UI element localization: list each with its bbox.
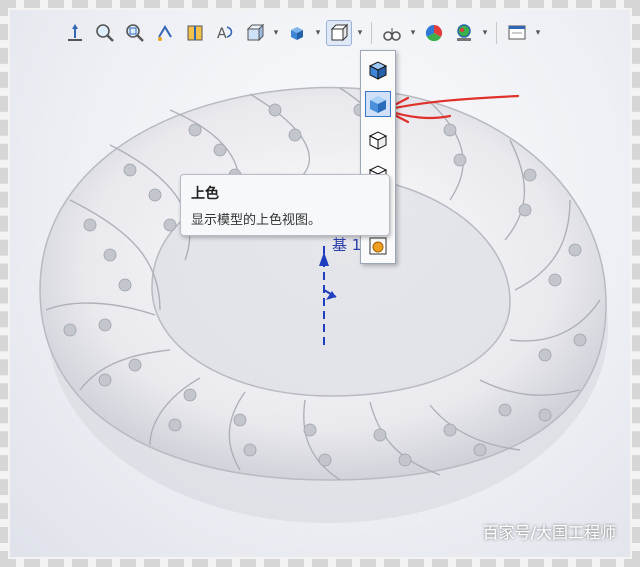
zoom-to-fit-icon[interactable] bbox=[92, 20, 118, 46]
watermark: 百家号/大国工程师 bbox=[482, 523, 616, 542]
toolbar-separator bbox=[496, 22, 497, 44]
heads-up-view-toolbar: A ▾ ▾ ▾ ▾ ▾ ▾ bbox=[62, 16, 542, 50]
edit-appearance-icon[interactable] bbox=[421, 20, 447, 46]
tooltip: 上色 显示模型的上色视图。 bbox=[180, 174, 390, 236]
shaded-with-edges-icon[interactable] bbox=[365, 57, 391, 83]
zoom-to-area-icon[interactable] bbox=[122, 20, 148, 46]
toolbar-separator bbox=[371, 22, 372, 44]
section-view-icon[interactable] bbox=[182, 20, 208, 46]
chevron-down-icon[interactable]: ▾ bbox=[356, 28, 364, 38]
tooltip-description: 显示模型的上色视图。 bbox=[191, 213, 322, 228]
graphics-area[interactable]: A ▾ ▾ ▾ ▾ ▾ ▾ 上色 显示模型的上色视图。 基 1 百家号/大国工程… bbox=[10, 10, 630, 557]
display-style-icon[interactable] bbox=[284, 20, 310, 46]
tooltip-title: 上色 bbox=[191, 186, 219, 202]
shaded-icon[interactable] bbox=[365, 91, 391, 117]
apply-scene-icon[interactable] bbox=[451, 20, 477, 46]
display-style-dropdown-icon[interactable] bbox=[326, 20, 352, 46]
view-orientation-dropdown-icon[interactable] bbox=[242, 20, 268, 46]
hide-show-items-icon[interactable] bbox=[379, 20, 405, 46]
previous-view-icon[interactable] bbox=[152, 20, 178, 46]
svg-text:A: A bbox=[217, 26, 227, 42]
hidden-lines-removed-icon[interactable] bbox=[365, 127, 391, 153]
chevron-down-icon[interactable]: ▾ bbox=[272, 28, 280, 38]
view-settings-icon[interactable] bbox=[504, 20, 530, 46]
chevron-down-icon[interactable]: ▾ bbox=[409, 28, 417, 38]
shadows-in-shaded-mode-icon[interactable] bbox=[365, 233, 391, 259]
view-orientation-icon[interactable] bbox=[62, 20, 88, 46]
perforated-torus-model[interactable] bbox=[10, 10, 630, 557]
axis-label: 基 1 bbox=[332, 236, 362, 254]
chevron-down-icon[interactable]: ▾ bbox=[481, 28, 489, 38]
chevron-down-icon[interactable]: ▾ bbox=[314, 28, 322, 38]
dynamic-annotation-icon[interactable]: A bbox=[212, 20, 238, 46]
chevron-down-icon[interactable]: ▾ bbox=[534, 28, 542, 38]
